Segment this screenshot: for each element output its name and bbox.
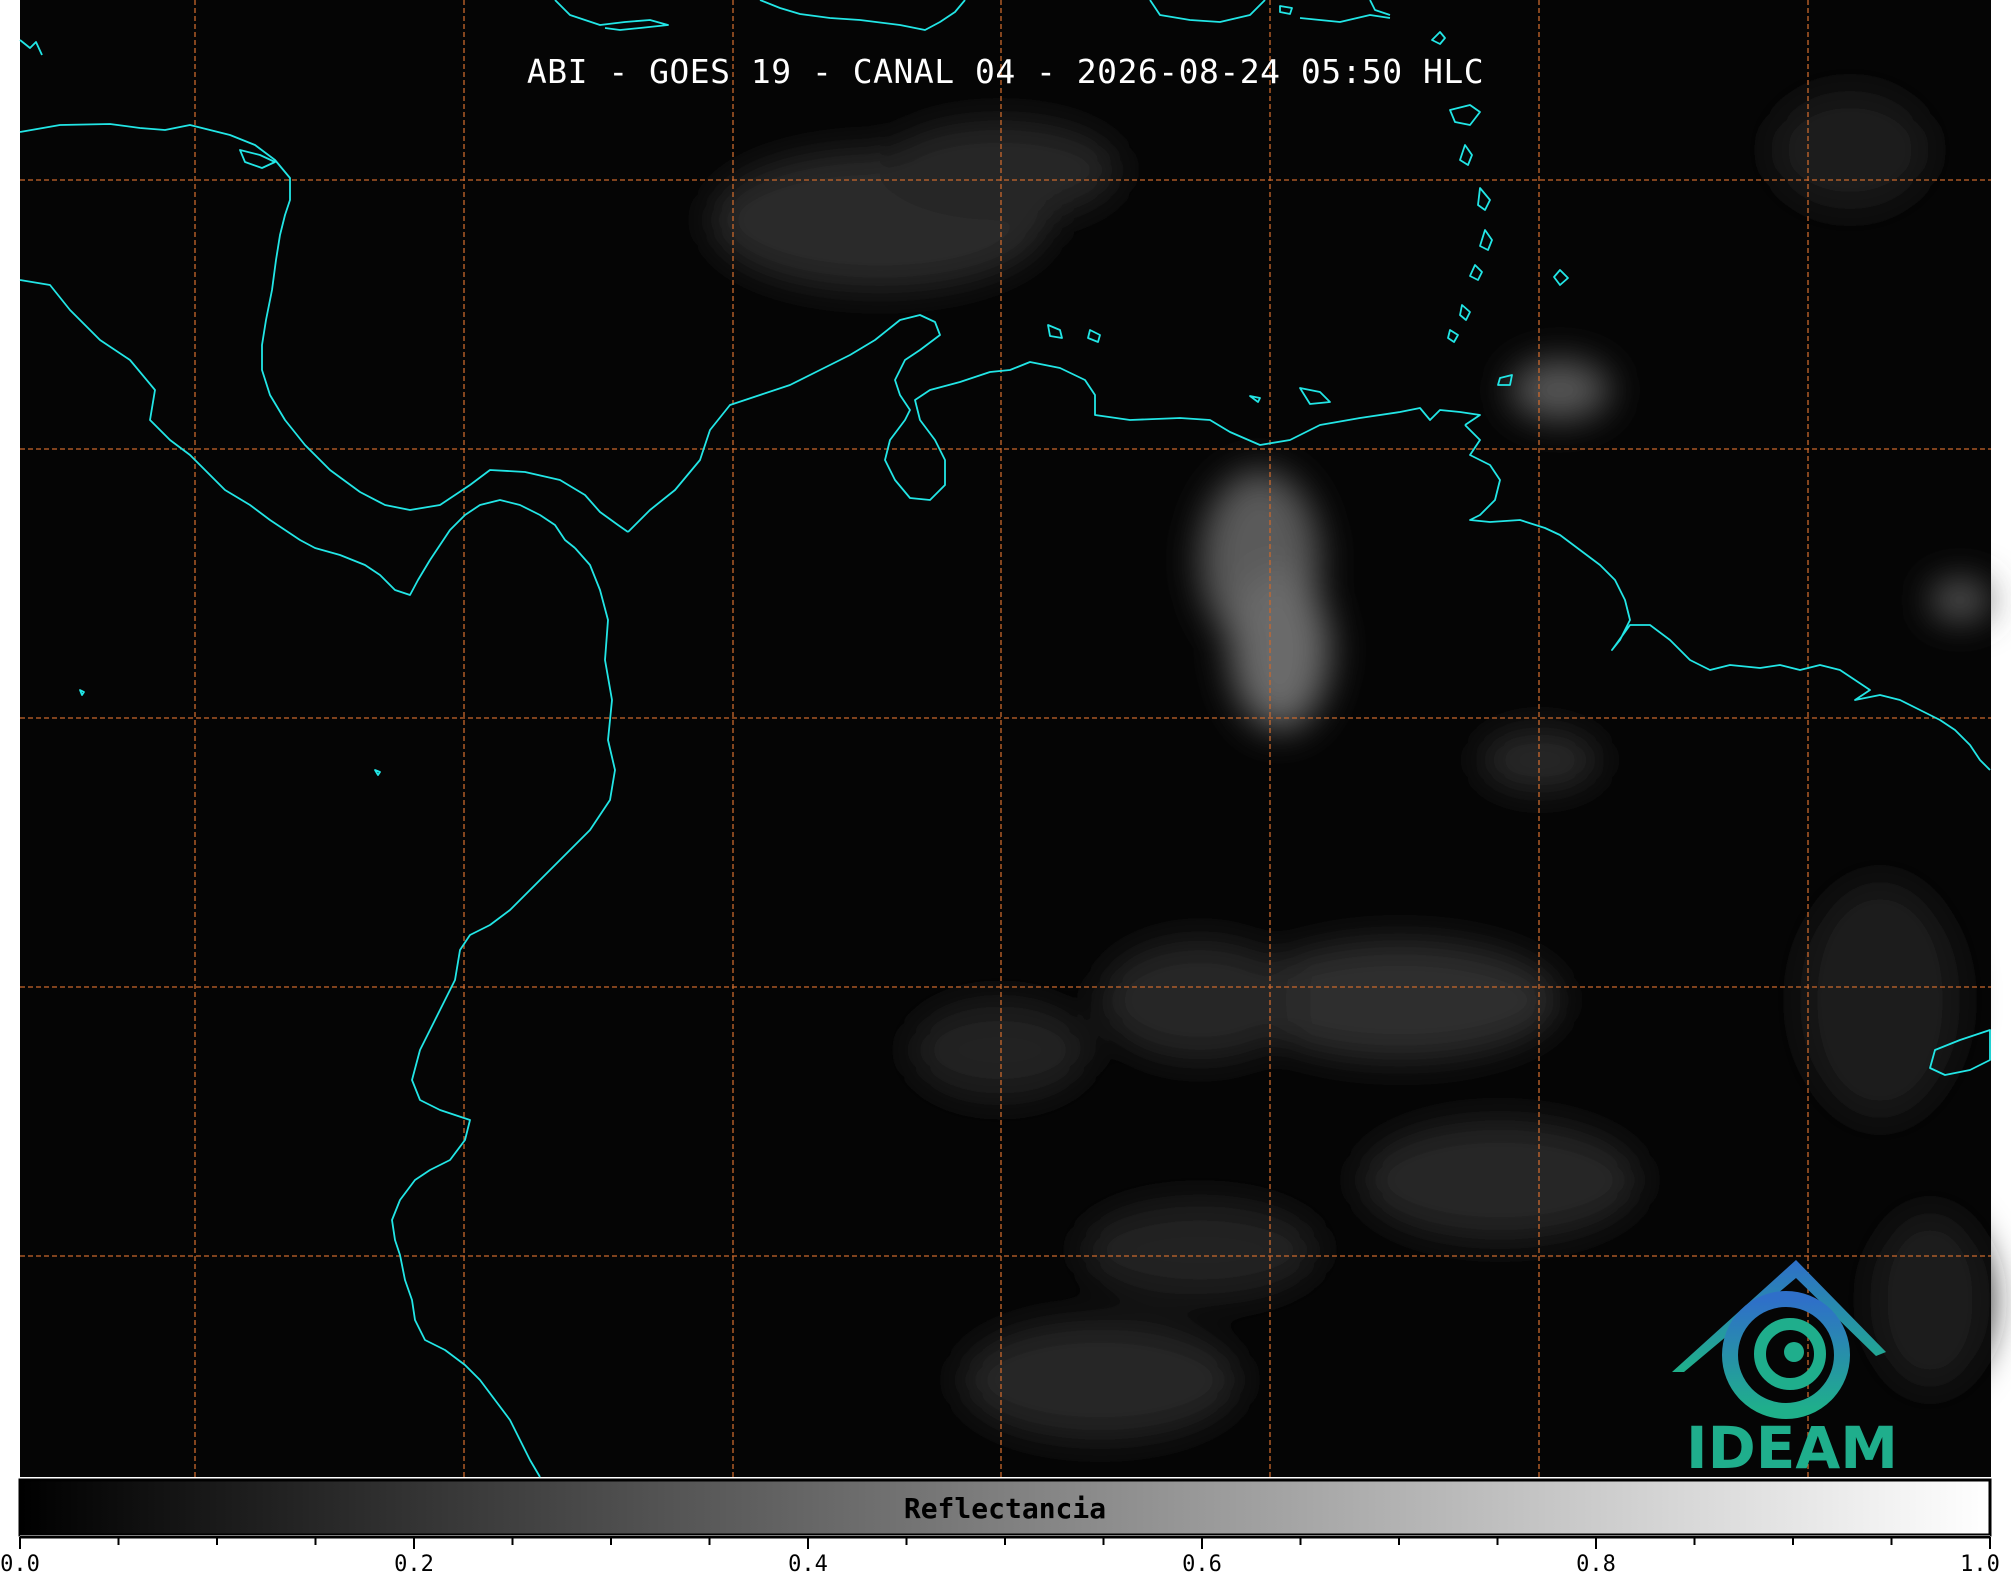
colorbar-tick-label: 1.0 — [1960, 1552, 2000, 1577]
colorbar-tick-label: 0.8 — [1576, 1552, 1616, 1577]
colorbar-tick-label: 0.2 — [394, 1552, 434, 1577]
colorbar-label: Reflectancia — [903, 1492, 1107, 1525]
ideam-logo-text: IDEAM — [1686, 1414, 1898, 1482]
colorbar-tick-label: 0.4 — [788, 1552, 828, 1577]
satellite-map — [18, 0, 1992, 1577]
colorbar-tick-label: 0.6 — [1182, 1552, 1222, 1577]
colorbar-tick-label: 0.0 — [0, 1552, 40, 1577]
map-title: ABI - GOES 19 - CANAL 04 - 2026-08-24 05… — [526, 52, 1485, 91]
